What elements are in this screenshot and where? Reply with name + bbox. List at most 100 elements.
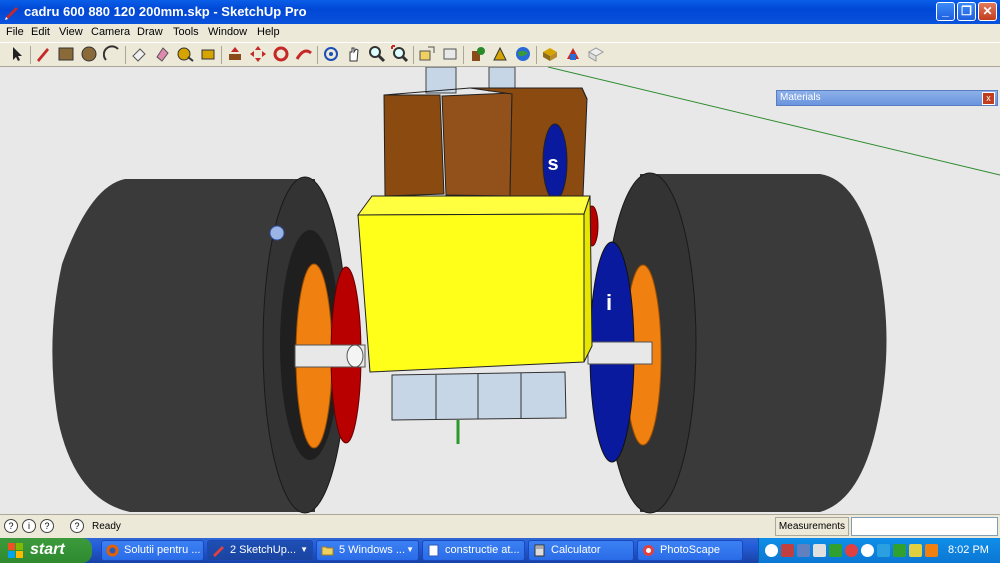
orbit-icon[interactable] [322, 45, 340, 63]
push-pull-icon[interactable] [226, 45, 244, 63]
task-group-arrow-icon: ▼ [406, 545, 414, 554]
menu-file[interactable]: File [6, 26, 24, 38]
title-bar: cadru 600 880 120 200mm.skp - SketchUp P… [0, 0, 1000, 24]
green-axis-line [547, 67, 1000, 176]
minimize-button[interactable]: _ [936, 2, 955, 21]
document-icon [428, 544, 439, 557]
task-firefox[interactable]: Solutii pentru ... [101, 540, 204, 561]
yellow-box-top [357, 195, 591, 216]
styles-icon[interactable] [587, 45, 605, 63]
get-models-icon[interactable] [418, 45, 436, 63]
task-label: Calculator [551, 544, 601, 556]
task-label: PhotoScape [660, 544, 720, 556]
tray-icon-f[interactable] [877, 544, 890, 557]
materials-panel[interactable]: Materials x [776, 90, 998, 106]
select-icon[interactable] [8, 45, 26, 63]
windows-taskbar: start Solutii pentru ... 2 SketchUp... ▼… [0, 538, 1000, 563]
tape-measure-icon[interactable] [176, 45, 194, 63]
right-axle [587, 341, 653, 365]
task-calculator[interactable]: Calculator [528, 540, 634, 561]
main-toolbar [0, 42, 1000, 67]
pencil-icon[interactable] [34, 45, 52, 63]
task-label: constructie at... [445, 544, 520, 556]
task-group-arrow-icon: ▼ [300, 545, 308, 554]
windows-flag-icon [8, 543, 23, 558]
menu-tools[interactable]: Tools [173, 26, 199, 38]
help-icon[interactable]: ? [40, 519, 54, 533]
measurements-label: Measurements [775, 517, 849, 536]
tray-icon-b[interactable] [781, 544, 794, 557]
dimension-icon[interactable] [199, 45, 217, 63]
task-label: 2 SketchUp... [230, 544, 297, 556]
rotate-icon[interactable] [272, 45, 290, 63]
rectangle-icon[interactable] [57, 45, 75, 63]
clock: 8:02 PM [948, 544, 989, 556]
sketchup-icon [213, 546, 224, 557]
model-viewport[interactable]: s i [0, 67, 1000, 514]
menu-camera[interactable]: Camera [91, 26, 130, 38]
task-windows-explorer[interactable]: 5 Windows ... ▼ [316, 540, 419, 561]
bottom-block [391, 371, 567, 421]
menu-bar: File Edit View Camera Draw Tools Window … [0, 24, 1000, 42]
tray-icon-c[interactable] [797, 544, 810, 557]
move-icon[interactable] [249, 45, 267, 63]
volume-icon[interactable] [813, 544, 826, 557]
components-icon[interactable] [541, 45, 559, 63]
task-photoscape[interactable]: PhotoScape [637, 540, 743, 561]
start-label: start [30, 541, 65, 558]
task-label: 5 Windows ... [339, 544, 406, 556]
paint-icon[interactable] [153, 45, 171, 63]
top-bracket-right [488, 67, 516, 92]
tray-icon-g[interactable] [893, 544, 906, 557]
photoscape-icon [643, 545, 654, 556]
eraser-icon[interactable] [130, 45, 148, 63]
share-component-icon[interactable] [468, 45, 486, 63]
yellow-box [357, 213, 585, 373]
tray-icon-e[interactable] [861, 544, 874, 557]
instructor-icon[interactable]: ? [70, 519, 84, 533]
maximize-button[interactable]: ❐ [957, 2, 976, 21]
photo-textures-icon[interactable] [491, 45, 509, 63]
disc-label-i: i [606, 290, 612, 315]
orbit-cursor-icon [269, 225, 285, 241]
menu-edit[interactable]: Edit [31, 26, 50, 38]
brown-block-left [383, 94, 445, 197]
share-model-icon[interactable] [441, 45, 459, 63]
circle-icon[interactable] [80, 45, 98, 63]
materials-icon[interactable] [564, 45, 582, 63]
menu-view[interactable]: View [59, 26, 83, 38]
close-button[interactable]: ✕ [978, 2, 997, 21]
firefox-icon [106, 544, 119, 557]
brown-block-middle [441, 92, 513, 197]
tray-icon-d[interactable] [845, 544, 858, 557]
window-title: cadru 600 880 120 200mm.skp - SketchUp P… [24, 4, 307, 19]
geo-location-icon[interactable]: ? [4, 519, 18, 533]
measurements-input[interactable] [851, 517, 998, 536]
google-earth-icon[interactable] [514, 45, 532, 63]
task-sketchup[interactable]: 2 SketchUp... ▼ [207, 540, 313, 561]
sketchup-app-icon [5, 7, 18, 20]
menu-help[interactable]: Help [257, 26, 280, 38]
tray-icon-i[interactable] [925, 544, 938, 557]
disc-label-s: s [547, 153, 558, 175]
calculator-icon [534, 544, 545, 557]
arc-icon[interactable] [103, 45, 121, 63]
follow-me-icon[interactable] [295, 45, 313, 63]
tray-icon-h[interactable] [909, 544, 922, 557]
tray-icon-a[interactable] [765, 544, 778, 557]
status-bar: ? i ? ? Ready Measurements [0, 514, 1000, 538]
task-label: Solutii pentru ... [124, 544, 201, 556]
materials-panel-title: Materials [780, 92, 821, 103]
network-icon[interactable] [829, 544, 842, 557]
task-document[interactable]: constructie at... [422, 540, 525, 561]
start-button[interactable]: start [0, 538, 92, 563]
status-text: Ready [92, 521, 121, 532]
zoom-extents-icon[interactable] [391, 45, 409, 63]
menu-draw[interactable]: Draw [137, 26, 163, 38]
credits-icon[interactable]: i [22, 519, 36, 533]
pan-icon[interactable] [345, 45, 363, 63]
menu-window[interactable]: Window [208, 26, 247, 38]
model-scene: s i [52, 67, 1000, 514]
materials-panel-close-button[interactable]: x [982, 92, 995, 105]
zoom-icon[interactable] [368, 45, 386, 63]
